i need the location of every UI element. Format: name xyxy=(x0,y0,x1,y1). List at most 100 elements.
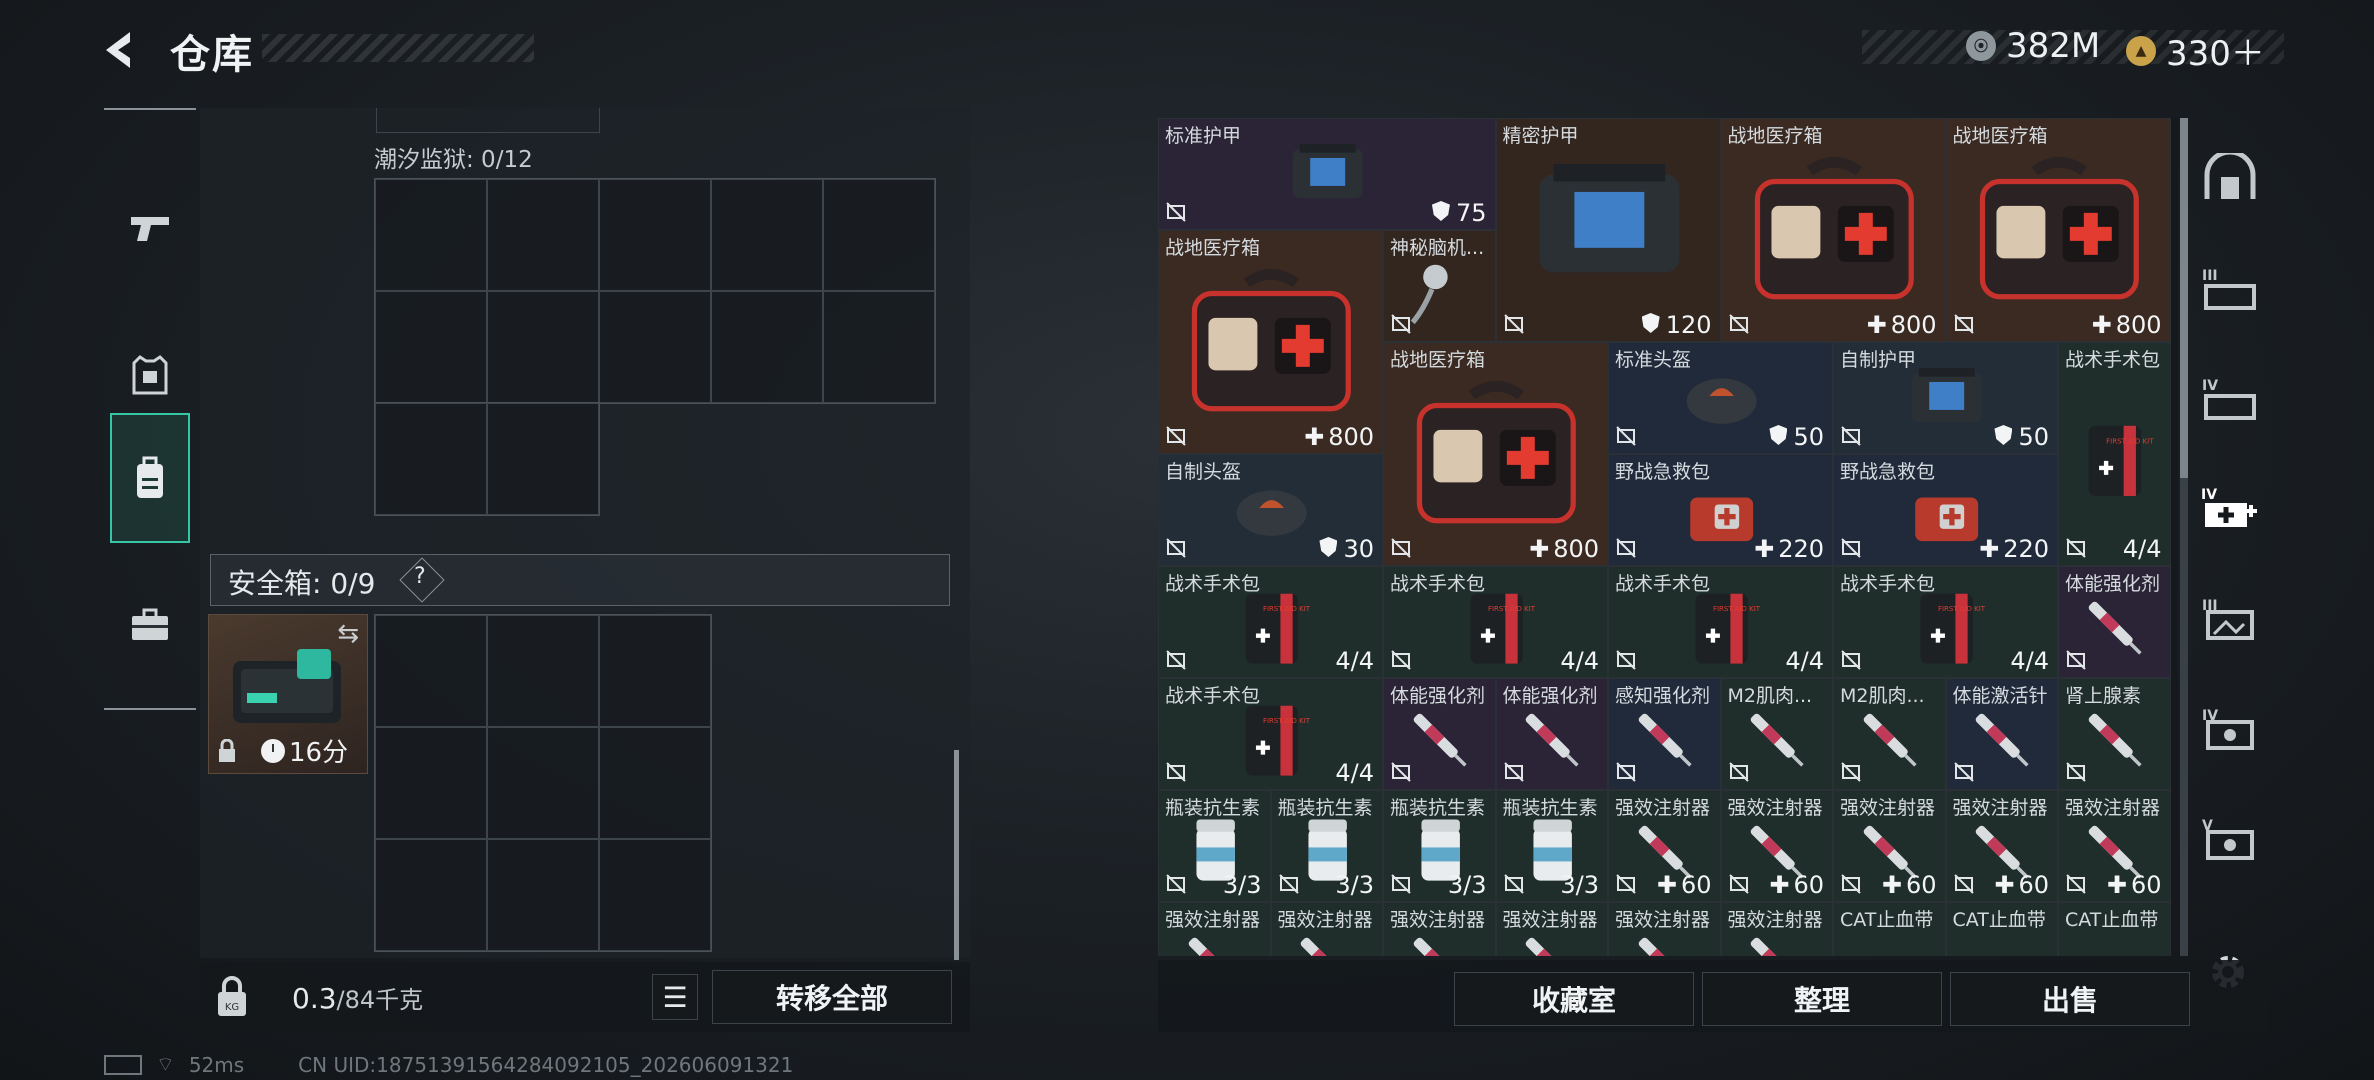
inventory-scrollbar[interactable] xyxy=(2180,118,2188,478)
grid-cell[interactable] xyxy=(599,291,711,403)
inventory-item[interactable]: 自制头盔 30 xyxy=(1158,454,1383,566)
inventory-item[interactable]: FIRST AID KIT 战术手术包 4/4 xyxy=(1158,566,1383,678)
nav-backpack[interactable] xyxy=(110,413,190,543)
sell-button[interactable]: 出售 xyxy=(1950,972,2190,1026)
no-trade-icon xyxy=(1503,314,1524,334)
tier-iii-image-button[interactable]: III xyxy=(2200,588,2260,648)
transfer-all-button[interactable]: 转移全部 xyxy=(712,970,952,1024)
grid-cell[interactable] xyxy=(599,727,711,839)
inventory-item[interactable]: 战地医疗箱 ✚ 800 xyxy=(1720,118,1946,342)
silver-currency[interactable]: ⦿ 382M xyxy=(1966,26,2100,66)
grid-cell[interactable] xyxy=(375,403,487,515)
inventory-item[interactable]: FIRST AID KIT 战术手术包 4/4 xyxy=(1383,566,1608,678)
inventory-item[interactable]: 强效注射器 xyxy=(1270,902,1383,956)
inventory-item[interactable]: 肾上腺素 xyxy=(2058,678,2171,790)
vault-button[interactable] xyxy=(2200,148,2260,208)
inventory-item[interactable]: 战地医疗箱 ✚ 800 xyxy=(1383,342,1608,566)
grid-cell[interactable] xyxy=(487,727,599,839)
tier-iv-medical-button[interactable]: IV xyxy=(2200,478,2260,538)
collection-room-button[interactable]: 收藏室 xyxy=(1454,972,1694,1026)
inventory-item[interactable]: 强效注射器 xyxy=(1720,902,1833,956)
grid-cell[interactable] xyxy=(487,839,599,951)
grid-cell[interactable] xyxy=(711,179,823,291)
heal-icon: ✚ xyxy=(1529,535,1550,563)
grid-cell[interactable] xyxy=(375,839,487,951)
inventory-item[interactable]: FIRST AID KIT 战术手术包 4/4 xyxy=(2058,342,2171,566)
organize-button[interactable]: 整理 xyxy=(1702,972,1942,1026)
inventory-item[interactable]: 神秘脑机... xyxy=(1383,230,1496,342)
grid-cell[interactable] xyxy=(375,727,487,839)
inventory-item[interactable]: 强效注射器 ✚ 60 xyxy=(1945,790,2058,902)
inventory-item[interactable]: 瓶装抗生素 3/3 xyxy=(1270,790,1383,902)
inventory-item[interactable]: FIRST AID KIT 战术手术包 4/4 xyxy=(1158,678,1383,790)
inventory-item[interactable]: CAT止血带 xyxy=(1945,902,2058,956)
inventory-item[interactable]: 瓶装抗生素 3/3 xyxy=(1495,790,1608,902)
inventory-item[interactable]: 瓶装抗生素 3/3 xyxy=(1383,790,1496,902)
gold-currency[interactable]: ▲ 330＋ xyxy=(2126,26,2265,75)
inventory-item[interactable]: 体能激活针 xyxy=(1945,678,2058,790)
grid-cell[interactable] xyxy=(599,615,711,727)
inventory-item[interactable]: 标准护甲 75 xyxy=(1158,118,1496,230)
item-name: 强效注射器 xyxy=(1952,797,2048,819)
inventory-item[interactable]: CAT止血带 xyxy=(2058,902,2171,956)
grid-cell[interactable] xyxy=(823,291,935,403)
list-view-button[interactable]: ☰ xyxy=(652,974,698,1020)
inventory-item[interactable]: 标准头盔 50 xyxy=(1608,342,1833,454)
inventory-item[interactable]: 战地医疗箱 ✚ 800 xyxy=(1158,230,1383,454)
inventory-item[interactable]: 强效注射器 xyxy=(1495,902,1608,956)
inventory-item[interactable]: 强效注射器 xyxy=(1383,902,1496,956)
inventory-item[interactable]: 强效注射器 ✚ 60 xyxy=(1720,790,1833,902)
grid-cell[interactable] xyxy=(375,615,487,727)
item-value: 4/4 xyxy=(1785,647,1824,675)
grid-cell[interactable] xyxy=(487,615,599,727)
grid-cell[interactable] xyxy=(599,179,711,291)
inventory-item[interactable]: 体能强化剂 xyxy=(2058,566,2171,678)
tier-iv-image-button[interactable]: IV xyxy=(2200,698,2260,758)
inventory-item[interactable]: M2肌肉... xyxy=(1833,678,1946,790)
nav-briefcase[interactable] xyxy=(110,560,190,690)
grid-cell[interactable] xyxy=(375,179,487,291)
grid-cell[interactable] xyxy=(487,403,599,515)
inventory-item[interactable]: 强效注射器 ✚ 60 xyxy=(2058,790,2171,902)
inventory-item[interactable]: 强效注射器 xyxy=(1608,902,1721,956)
tier-iii-storage-button[interactable]: III xyxy=(2200,258,2260,318)
inventory-item[interactable]: 野战急救包 ✚ 220 xyxy=(1608,454,1833,566)
inventory-item[interactable]: 精密护甲 120 xyxy=(1495,118,1721,342)
grid-cell[interactable] xyxy=(711,291,823,403)
inventory-item[interactable]: M2肌肉... xyxy=(1720,678,1833,790)
inventory-item[interactable]: 强效注射器 ✚ 60 xyxy=(1608,790,1721,902)
inventory-item[interactable]: 自制护甲 50 xyxy=(1833,342,2058,454)
no-trade-icon xyxy=(1616,762,1636,782)
inventory-item[interactable]: FIRST AID KIT 战术手术包 4/4 xyxy=(1608,566,1833,678)
safe-box-item[interactable]: ⇆ 16分 xyxy=(208,614,368,774)
inventory-item[interactable]: 感知强化剂 xyxy=(1608,678,1721,790)
inventory-item[interactable]: 战地医疗箱 ✚ 800 xyxy=(1945,118,2171,342)
swap-icon[interactable]: ⇆ xyxy=(337,619,359,649)
grid-cell[interactable] xyxy=(823,179,935,291)
no-trade-icon xyxy=(1503,762,1524,782)
grid-cell[interactable] xyxy=(375,291,487,403)
inventory-item[interactable]: 体能强化剂 xyxy=(1495,678,1608,790)
inventory-item[interactable]: CAT止血带 xyxy=(1833,902,1946,956)
item-name: 标准头盔 xyxy=(1615,349,1692,371)
tier-iv-image-icon: IV xyxy=(2202,708,2254,750)
inventory-item[interactable]: 强效注射器 ✚ 60 xyxy=(1833,790,1946,902)
inventory-item[interactable]: FIRST AID KIT 战术手术包 4/4 xyxy=(1833,566,2058,678)
inventory-item[interactable]: 强效注射器 xyxy=(1158,902,1271,956)
weight-lock-icon[interactable]: KG xyxy=(214,976,256,1018)
item-name: 体能激活针 xyxy=(1952,685,2048,707)
grid-cell[interactable] xyxy=(599,839,711,951)
item-value: ✚ 60 xyxy=(2106,871,2162,899)
tier-iv-storage-button[interactable]: IV xyxy=(2200,368,2260,428)
inventory-item[interactable]: 瓶装抗生素 3/3 xyxy=(1158,790,1271,902)
grid-cell[interactable] xyxy=(487,291,599,403)
inventory-item[interactable]: 体能强化剂 xyxy=(1383,678,1496,790)
item-name: 强效注射器 xyxy=(1840,797,1936,819)
item-name: 战地医疗箱 xyxy=(1727,125,1823,147)
grid-cell[interactable] xyxy=(487,179,599,291)
left-scrollbar[interactable] xyxy=(954,750,959,960)
tier-v-image-button[interactable]: V xyxy=(2200,808,2260,868)
inventory-item[interactable]: 野战急救包 ✚ 220 xyxy=(1833,454,2058,566)
nav-weapons[interactable] xyxy=(110,164,190,294)
back-arrow-icon[interactable] xyxy=(96,26,144,74)
